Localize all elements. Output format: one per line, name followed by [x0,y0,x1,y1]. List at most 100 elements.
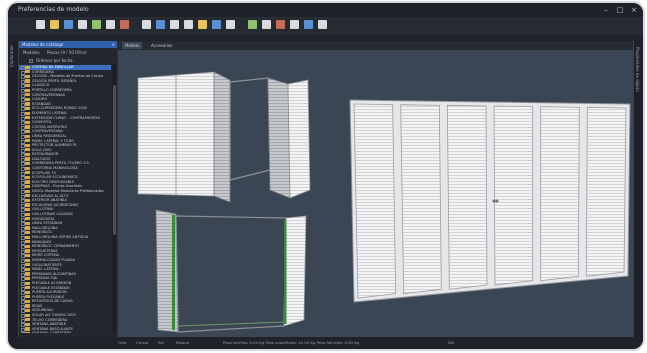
folder-icon [25,134,30,138]
folder-icon [25,171,30,175]
folder-icon [25,70,30,74]
folder-icon [25,258,30,262]
folder-icon [25,240,30,244]
explorer-rail-label[interactable]: Explorador [9,45,14,67]
sort-checkbox[interactable] [29,59,33,63]
folder-icon [25,208,30,212]
folder-icon [25,281,30,285]
tab-modelos[interactable]: Modelos [23,49,40,56]
folder-icon [25,235,30,239]
folder-icon [25,286,30,290]
catalog-panel: Modelos de catálogo × Modelos Piezas (9 … [19,41,117,337]
app-window: Preferencias de modelo – □ × Explorador … [8,3,643,349]
folder-icon [25,65,30,69]
rotate-icon[interactable] [198,20,207,29]
folder-icon [25,226,30,230]
open-icon[interactable] [50,20,59,29]
folder-icon [25,263,30,267]
shutter-panel[interactable] [585,106,627,277]
folder-icon [25,313,30,317]
undo-icon[interactable] [92,20,101,29]
folder-icon [25,230,30,235]
copy-icon[interactable] [120,20,129,29]
folder-icon [25,299,30,304]
folder-icon [25,106,30,111]
scrollbar-thumb[interactable] [112,85,116,235]
tree-item-label: VENTANA CORREDERA [32,331,71,333]
status-cursor[interactable]: Cursor [136,337,148,349]
tab-accesorios[interactable]: Accesorios [148,42,175,49]
panel-title: Modelos de catálogo [22,42,64,47]
folder-icon [25,139,30,143]
panel-close-icon[interactable]: × [112,41,115,48]
help-icon[interactable] [318,20,327,29]
paste-icon[interactable] [142,20,151,29]
model-six-panel-shutter[interactable] [349,99,631,303]
close-button[interactable]: × [627,3,641,17]
catalog-tree: CORTINA DE ENROLLAR CORREDERA CELOSÍA - Mo… [19,65,111,333]
folder-icon [25,74,30,78]
folder-icon [25,157,30,161]
folder-icon [25,203,30,207]
shutter-panel[interactable] [540,106,580,282]
folder-icon [25,129,30,134]
folder-icon [25,152,30,157]
status-rej[interactable]: Rej [158,337,164,349]
folder-icon [25,79,30,83]
folder-icon [25,148,30,152]
folder-icon [25,212,30,216]
tree-scrollbar[interactable] [112,65,116,333]
folder-icon [25,111,30,115]
model-folding-door[interactable] [155,209,307,333]
shutter-panel[interactable] [446,104,488,290]
title-bar: Preferencias de modelo – □ × [8,3,643,17]
folder-icon [25,116,30,120]
folder-icon [25,244,30,248]
status-bar: Orto Cursor Rej Bloque Peso perfiles: 0.… [8,337,643,349]
tab-modelo[interactable]: Modelo [122,42,143,49]
folder-icon [25,272,30,276]
info-icon[interactable] [304,20,313,29]
folder-icon [25,180,30,184]
viewport-tabs: Modelo Accesorios [118,41,634,50]
folder-icon [25,217,30,221]
model-open-door[interactable] [137,71,311,203]
model-scene[interactable] [118,50,634,337]
folder-icon [25,189,30,193]
folder-icon [25,88,30,92]
grid-icon[interactable] [212,20,221,29]
layers-icon[interactable] [248,20,257,29]
zoom-icon[interactable] [184,20,193,29]
shutter-panel[interactable] [353,103,397,299]
redo-icon[interactable] [106,20,115,29]
status-orto[interactable]: Orto [118,337,126,349]
cut-icon[interactable] [156,20,165,29]
tab-piezas[interactable]: Piezas (9 / 50 Filtro) [47,49,87,56]
maximize-button[interactable]: □ [613,3,627,17]
folder-icon [25,102,30,106]
folder-icon [25,143,30,147]
panel-tabs: Modelos Piezas (9 / 50 Filtro) [19,49,117,56]
print-icon[interactable] [78,20,87,29]
folder-icon [25,304,30,308]
save-icon[interactable] [64,20,73,29]
minimize-button[interactable]: – [599,3,613,17]
3d-viewport[interactable]: Modelo Accesorios [118,41,634,337]
measure-icon[interactable] [226,20,235,29]
folder-icon [25,322,30,327]
shutter-panel[interactable] [493,105,534,286]
folder-icon [25,221,30,225]
settings-icon[interactable] [262,20,271,29]
folder-icon [25,332,30,333]
folder-icon [25,295,30,299]
folder-icon [25,125,30,129]
status-ins: INS [448,340,455,345]
new-icon[interactable] [36,20,45,29]
tree-item[interactable]: VENTANA CORREDERA [19,331,111,333]
camera-icon[interactable] [290,20,299,29]
delete-icon[interactable] [170,20,179,29]
shutter-panel[interactable] [400,104,442,295]
render-icon[interactable] [276,20,285,29]
status-bloque[interactable]: Bloque [176,337,189,349]
properties-rail-label[interactable]: Propiedades de objeto [635,47,640,92]
